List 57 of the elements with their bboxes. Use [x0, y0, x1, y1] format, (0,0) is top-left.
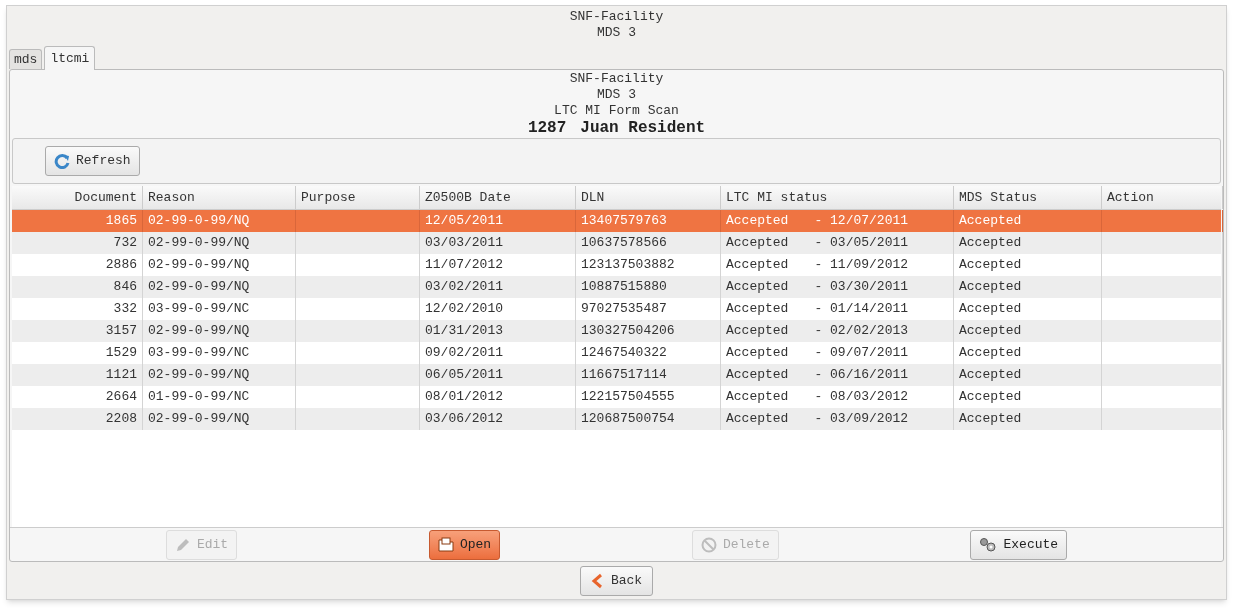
status-text: Accepted	[726, 234, 789, 253]
status-text: Accepted	[726, 344, 789, 363]
resident-name: Juan Resident	[580, 119, 706, 137]
table-row[interactable]: 846 02-99-0-99/NQ 03/02/2011 10887515880 Accepted - 03/30/2011 Accepted	[12, 276, 1221, 298]
status-date: - 02/02/2013	[814, 322, 909, 341]
table-cell: Accepted	[954, 408, 1102, 430]
status-date: - 06/16/2011	[814, 366, 909, 385]
status-date: - 03/09/2012	[814, 410, 909, 429]
status-text: Accepted	[726, 256, 789, 275]
open-button[interactable]: Open	[428, 529, 501, 560]
prohibited-icon	[700, 536, 717, 553]
status-text: Accepted	[726, 322, 789, 341]
table-row[interactable]: 732 02-99-0-99/NQ 03/03/2011 10637578566 Accepted - 03/05/2011 Accepted	[12, 232, 1221, 254]
table-row[interactable]: 1121 02-99-0-99/NQ 06/05/2011 11667517114 Accepted - 06/16/2011 Accepted	[12, 364, 1221, 386]
status-date: - 01/14/2011	[814, 300, 909, 319]
column-header[interactable]: DLN	[576, 186, 721, 209]
header-line: LTC MI Form Scan	[554, 103, 679, 119]
execute-button[interactable]: Execute	[970, 529, 1068, 560]
folder-icon	[437, 536, 454, 553]
status-date: - 11/09/2012	[814, 256, 909, 275]
table-cell: 03/06/2012	[420, 408, 576, 430]
resident-id: 1287	[527, 119, 567, 137]
column-header[interactable]: MDS Status	[954, 186, 1102, 209]
back-chevron-icon	[590, 572, 603, 589]
column-header[interactable]: Z0500B Date	[420, 186, 576, 209]
column-header[interactable]: Action	[1102, 186, 1223, 209]
column-header[interactable]: Purpose	[296, 186, 420, 209]
status-text: Accepted	[726, 300, 789, 319]
tab[interactable]: ltcmi	[44, 46, 96, 70]
refresh-button[interactable]: Refresh	[45, 146, 140, 176]
status-date: - 03/30/2011	[814, 278, 909, 297]
status-text: Accepted	[726, 410, 789, 429]
table-row[interactable]: 2208 02-99-0-99/NQ 03/06/2012 120687500754 Accepted - 03/09/2012 Accepted	[12, 408, 1221, 430]
table-row[interactable]: 3157 02-99-0-99/NQ 01/31/2013 130327504206 Accepted - 02/02/2013 Accepted	[12, 320, 1221, 342]
column-header[interactable]: Document	[12, 186, 143, 209]
back-button[interactable]: Back	[579, 565, 654, 596]
status-text: Accepted	[726, 212, 789, 231]
table-cell: 120687500754	[576, 408, 721, 430]
column-header[interactable]: Reason	[143, 186, 296, 209]
table-cell: 2208	[12, 408, 143, 430]
table-cell: 02-99-0-99/NQ	[143, 408, 296, 430]
column-header[interactable]: LTC MI status	[721, 186, 954, 209]
pencil-icon	[174, 536, 191, 553]
status-date: - 12/07/2011	[814, 212, 909, 231]
header-line: SNF-Facility	[569, 71, 664, 87]
status-text: Accepted	[726, 388, 789, 407]
window-title: SNF-Facility	[569, 9, 664, 25]
window-title: MDS 3	[597, 25, 636, 41]
status-date: - 09/07/2011	[814, 344, 909, 363]
gears-icon	[979, 536, 998, 553]
header-line: MDS 3	[597, 87, 636, 103]
status-text: Accepted	[726, 278, 789, 297]
status-text: Accepted	[726, 366, 789, 385]
refresh-icon	[54, 153, 70, 169]
status-date: - 08/03/2012	[814, 388, 909, 407]
status-date: - 03/05/2011	[814, 234, 909, 253]
tab[interactable]: mds	[9, 49, 43, 69]
